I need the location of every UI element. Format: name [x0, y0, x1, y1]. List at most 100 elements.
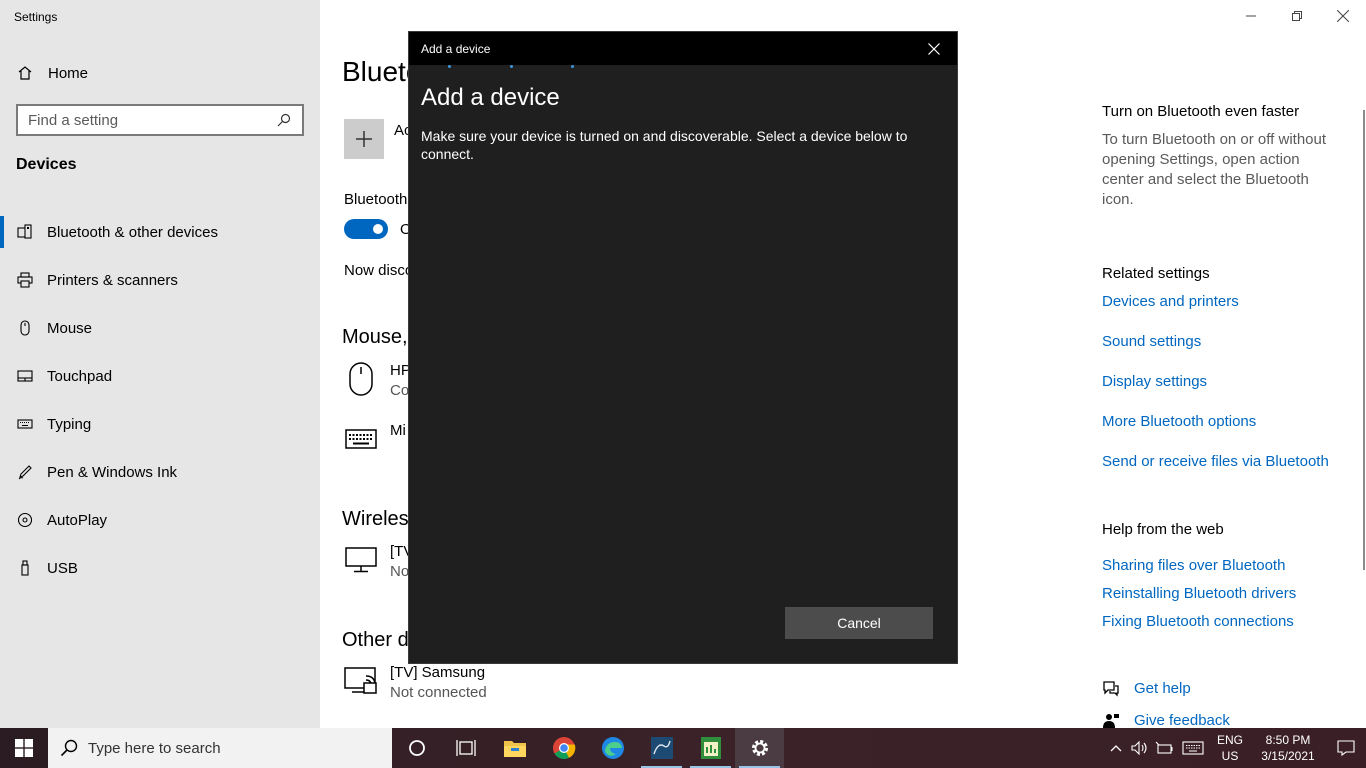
add-device-dialog: Add a device Add a device Make sure your… [408, 31, 958, 664]
spreadsheet-app-icon [700, 737, 721, 759]
device-tv1-status: No [390, 563, 410, 580]
database-app-icon [650, 737, 673, 759]
restore-button[interactable] [1274, 0, 1320, 32]
plus-icon [356, 131, 372, 147]
faster-text: To turn Bluetooth on or off without open… [1102, 131, 1327, 208]
help-heading: Help from the web [1102, 521, 1224, 538]
link-sound-settings[interactable]: Sound settings [1102, 333, 1201, 350]
sidebar-item-usb[interactable]: USB [0, 544, 320, 592]
edge-icon [601, 737, 624, 759]
pen-icon [16, 463, 34, 481]
sidebar-item-pen[interactable]: Pen & Windows Ink [0, 448, 320, 496]
taskbar-chrome[interactable] [539, 728, 588, 768]
monitor-device-icon [344, 543, 378, 577]
link-sharing-files[interactable]: Sharing files over Bluetooth [1102, 557, 1285, 574]
language-code: ENG [1216, 733, 1243, 747]
sidebar-item-label: Pen & Windows Ink [47, 463, 178, 481]
sidebar-item-mouse[interactable]: Mouse [0, 304, 320, 352]
input-language-indicator[interactable]: ENG US [1210, 732, 1250, 764]
mouse-device-icon [344, 362, 378, 396]
chrome-icon [552, 737, 575, 759]
sidebar-item-label: Touchpad [47, 367, 113, 385]
taskbar-search-text: Type here to search [88, 739, 221, 757]
feedback-icon [1102, 713, 1122, 729]
dialog-window-title: Add a device [421, 41, 491, 56]
dialog-close-button[interactable] [911, 32, 957, 65]
dialog-heading: Add a device [421, 84, 560, 111]
device-mic-name[interactable]: Mi [390, 422, 406, 439]
keyboard-device-icon [344, 422, 378, 456]
add-device-button[interactable] [344, 119, 384, 159]
sidebar-item-autoplay[interactable]: AutoPlay [0, 496, 320, 544]
bluetooth-devices-icon [16, 223, 34, 241]
sidebar-item-label: Typing [47, 415, 92, 433]
get-help-link[interactable]: Get help [1102, 680, 1191, 697]
app-title: Settings [14, 10, 58, 24]
taskbar-file-explorer[interactable] [490, 728, 539, 768]
sidebar-item-label: AutoPlay [47, 511, 108, 529]
sidebar-item-bluetooth[interactable]: Bluetooth & other devices [0, 208, 320, 256]
action-center-button[interactable] [1326, 728, 1366, 768]
sidebar-item-touchpad[interactable]: Touchpad [0, 352, 320, 400]
media-device-icon [344, 664, 378, 698]
link-reinstalling-drivers[interactable]: Reinstalling Bluetooth drivers [1102, 585, 1296, 602]
device-tv2-name[interactable]: [TV] Samsung [390, 664, 485, 681]
cortana-button[interactable] [392, 728, 441, 768]
search-icon[interactable] [276, 112, 292, 128]
task-view-button[interactable] [441, 728, 490, 768]
link-display-settings[interactable]: Display settings [1102, 373, 1207, 390]
taskbar: Type here to search ENG US 8:50 PM 3/15/… [0, 728, 1366, 768]
scrollbar[interactable] [1363, 110, 1365, 570]
home-nav-item[interactable]: Home [16, 62, 88, 84]
link-send-receive-files[interactable]: Send or receive files via Bluetooth [1102, 453, 1329, 470]
sidebar-item-label: Bluetooth & other devices [47, 223, 218, 241]
link-fixing-connections[interactable]: Fixing Bluetooth connections [1102, 613, 1294, 630]
task-view-icon [455, 740, 476, 756]
taskbar-settings[interactable] [735, 728, 784, 768]
sidebar-item-typing[interactable]: Typing [0, 400, 320, 448]
progress-indicator [409, 65, 957, 69]
taskbar-search-box[interactable]: Type here to search [48, 728, 392, 768]
cancel-button[interactable]: Cancel [785, 607, 933, 639]
chat-help-icon [1102, 680, 1122, 697]
minimize-button[interactable] [1228, 0, 1274, 32]
taskbar-clock[interactable]: 8:50 PM 3/15/2021 [1250, 732, 1326, 764]
close-window-button[interactable] [1320, 0, 1366, 32]
show-hidden-icons-button[interactable] [1104, 728, 1128, 768]
start-button[interactable] [0, 728, 48, 768]
system-tray: ENG US 8:50 PM 3/15/2021 [1104, 728, 1366, 768]
dialog-titlebar[interactable]: Add a device [409, 32, 957, 65]
window-controls [1228, 0, 1366, 32]
notification-icon [1337, 740, 1355, 756]
link-devices-and-printers[interactable]: Devices and printers [1102, 293, 1239, 310]
close-icon [928, 42, 940, 55]
sidebar-item-label: Printers & scanners [47, 271, 178, 289]
link-more-bluetooth-options[interactable]: More Bluetooth options [1102, 413, 1256, 430]
get-help-label: Get help [1134, 680, 1191, 697]
settings-search-input[interactable] [28, 111, 276, 129]
taskbar-edge[interactable] [588, 728, 637, 768]
taskbar-app-mysql[interactable] [637, 728, 686, 768]
usb-icon [16, 559, 34, 577]
battery-plug-icon [1155, 741, 1173, 754]
progress-dot [510, 65, 513, 68]
cortana-icon [408, 740, 425, 756]
keyboard-icon [16, 415, 34, 433]
taskbar-app-spreadsheet[interactable] [686, 728, 735, 768]
clock-date: 3/15/2021 [1261, 749, 1315, 763]
sidebar-item-printers[interactable]: Printers & scanners [0, 256, 320, 304]
battery-button[interactable] [1152, 728, 1176, 768]
keyboard-layout: US [1221, 749, 1239, 763]
dialog-description: Make sure your device is turned on and d… [421, 128, 908, 162]
progress-dot [571, 65, 574, 68]
give-feedback-link[interactable]: Give feedback [1102, 712, 1230, 729]
bluetooth-toggle[interactable] [344, 219, 388, 239]
windows-logo-icon [15, 739, 33, 757]
sidebar-item-label: Mouse [47, 319, 93, 337]
volume-button[interactable] [1128, 728, 1152, 768]
give-feedback-label: Give feedback [1134, 712, 1230, 729]
sidebar: Settings Home Devices Bluetooth & other … [0, 0, 320, 728]
settings-search-box[interactable] [16, 104, 304, 136]
home-label: Home [48, 64, 89, 82]
touch-keyboard-button[interactable] [1176, 728, 1210, 768]
